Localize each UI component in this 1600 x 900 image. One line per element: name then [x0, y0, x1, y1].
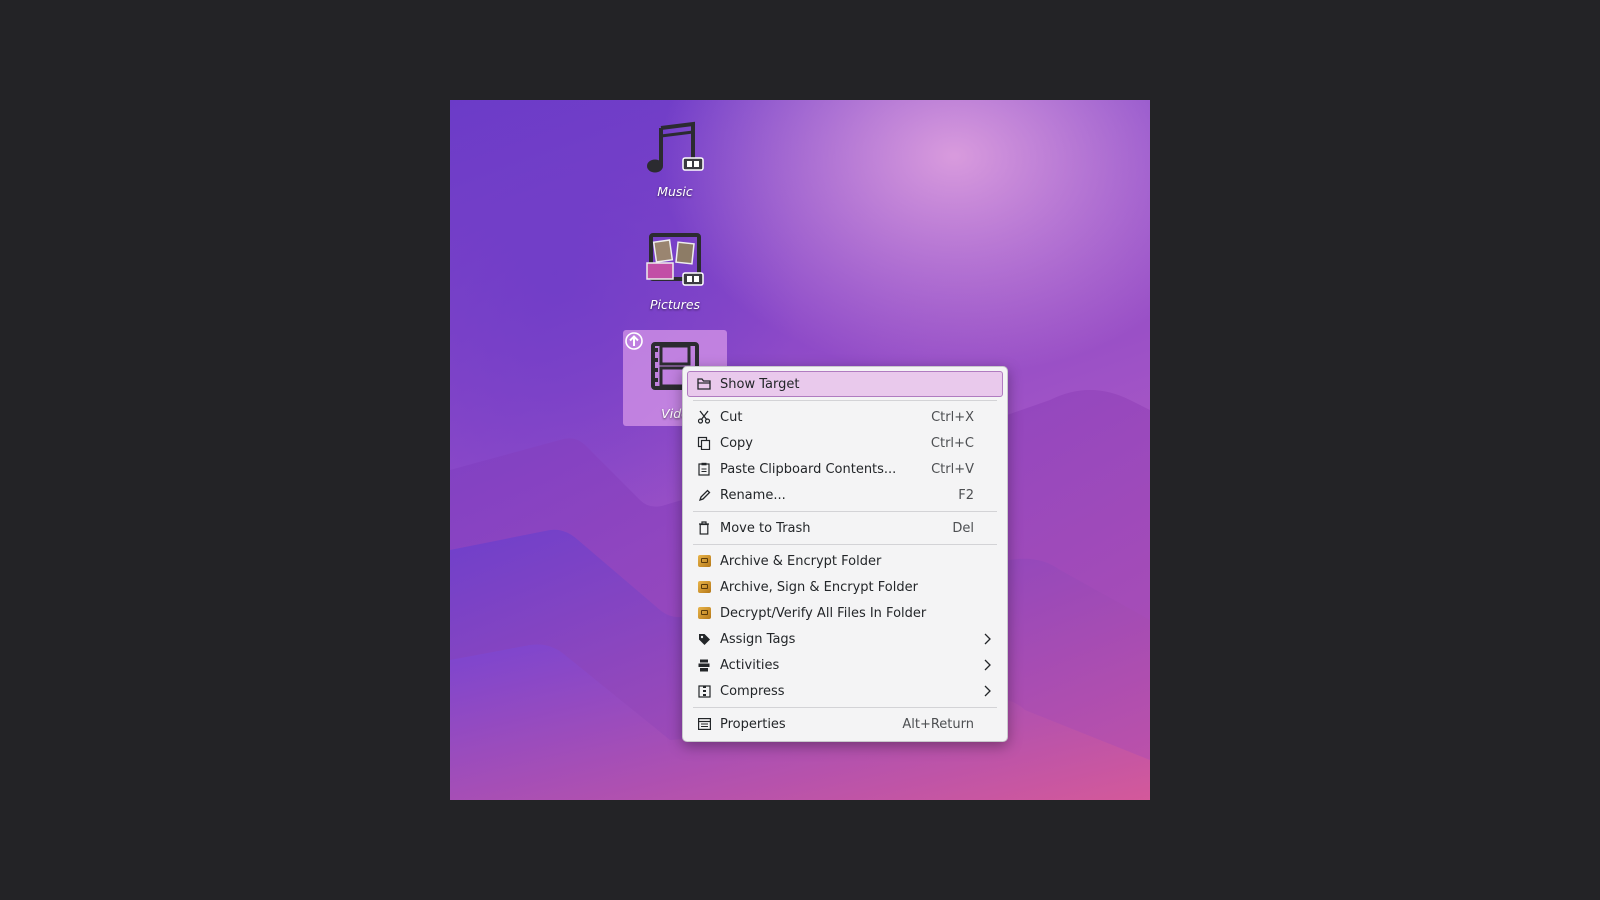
desktop-icon-pictures[interactable]: Pictures [623, 221, 727, 317]
menu-item-assign-tags[interactable]: Assign Tags [687, 626, 1003, 652]
menu-item-copy[interactable]: Copy Ctrl+C [687, 430, 1003, 456]
menu-item-label: Rename... [720, 487, 786, 503]
compress-icon [696, 683, 712, 699]
kgpg-icon [696, 579, 712, 595]
folder-icon [696, 376, 712, 392]
menu-item-shortcut: Alt+Return [902, 716, 974, 732]
tag-icon [696, 631, 712, 647]
menu-item-label: Assign Tags [720, 631, 796, 647]
menu-item-shortcut: Ctrl+X [931, 409, 974, 425]
arrow-up-icon[interactable] [625, 332, 643, 350]
menu-item-shortcut: Ctrl+C [930, 435, 974, 451]
menu-item-label: Archive & Encrypt Folder [720, 553, 882, 569]
menu-item-label: Show Target [720, 376, 800, 392]
menu-item-label: Copy [720, 435, 753, 451]
menu-item-decrypt-verify[interactable]: Decrypt/Verify All Files In Folder [687, 600, 1003, 626]
kgpg-icon [696, 553, 712, 569]
menu-item-move-to-trash[interactable]: Move to Trash Del [687, 515, 1003, 541]
menu-item-label: Move to Trash [720, 520, 811, 536]
menu-item-properties[interactable]: Properties Alt+Return [687, 711, 1003, 737]
desktop-icon-label: Pictures [649, 297, 701, 312]
menu-item-label: Properties [720, 716, 786, 732]
context-menu: Show Target Cut Ctrl+X Copy Ctrl+C Paste… [682, 366, 1008, 742]
menu-separator [693, 707, 997, 708]
menu-item-shortcut: Ctrl+V [931, 461, 974, 477]
menu-item-show-target[interactable]: Show Target [687, 371, 1003, 397]
chevron-right-icon [984, 633, 991, 645]
menu-item-archive-encrypt[interactable]: Archive & Encrypt Folder [687, 548, 1003, 574]
properties-icon [696, 716, 712, 732]
menu-separator [693, 400, 997, 401]
menu-item-label: Compress [720, 683, 785, 699]
menu-item-label: Activities [720, 657, 780, 673]
pictures-folder-icon [643, 229, 707, 293]
copy-icon [696, 435, 712, 451]
chevron-right-icon [984, 685, 991, 697]
chevron-right-icon [984, 659, 991, 671]
desktop-icon-label: Music [657, 184, 693, 199]
kgpg-icon [696, 605, 712, 621]
trash-icon [696, 520, 712, 536]
menu-item-rename[interactable]: Rename... F2 [687, 482, 1003, 508]
menu-item-paste[interactable]: Paste Clipboard Contents... Ctrl+V [687, 456, 1003, 482]
scissors-icon [696, 409, 712, 425]
menu-separator [693, 511, 997, 512]
menu-separator [693, 544, 997, 545]
menu-item-shortcut: Del [952, 520, 974, 536]
desktop-icon-music[interactable]: Music [623, 108, 727, 204]
menu-item-label: Paste Clipboard Contents... [720, 461, 897, 477]
menu-item-shortcut: F2 [958, 487, 974, 503]
clipboard-icon [696, 461, 712, 477]
music-folder-icon [643, 116, 707, 180]
menu-item-label: Cut [720, 409, 743, 425]
activities-icon [696, 657, 712, 673]
menu-item-label: Decrypt/Verify All Files In Folder [720, 605, 927, 621]
menu-item-activities[interactable]: Activities [687, 652, 1003, 678]
menu-item-archive-sign-encrypt[interactable]: Archive, Sign & Encrypt Folder [687, 574, 1003, 600]
menu-item-compress[interactable]: Compress [687, 678, 1003, 704]
menu-item-label: Archive, Sign & Encrypt Folder [720, 579, 918, 595]
pencil-icon [696, 487, 712, 503]
menu-item-cut[interactable]: Cut Ctrl+X [687, 404, 1003, 430]
